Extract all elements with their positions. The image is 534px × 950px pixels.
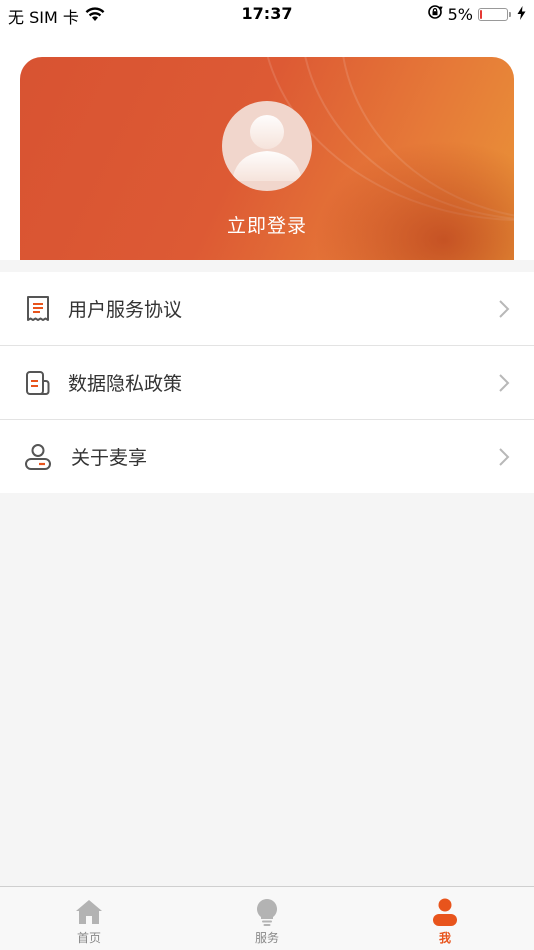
menu-item-label: 关于麦享 [71,447,148,469]
menu-item-label: 数据隐私政策 [68,373,183,395]
avatar[interactable] [222,101,312,191]
menu-item-about[interactable]: 关于麦享 [0,419,534,493]
person-icon [433,898,457,926]
menu-item-privacy-policy[interactable]: 数据隐私政策 [0,345,534,419]
document-list-icon [24,295,52,323]
rotation-lock-icon [427,4,443,24]
lightbulb-icon [257,899,277,926]
menu-item-user-agreement[interactable]: 用户服务协议 [0,272,534,345]
chevron-right-icon [499,447,510,466]
home-icon [76,900,102,924]
tab-label: 我 [438,931,451,945]
tab-label: 服务 [254,931,279,945]
status-right: 5% [427,4,526,24]
battery-percent: 5% [447,4,473,24]
tab-me[interactable]: 我 [356,887,534,950]
chevron-right-icon [499,373,510,392]
tab-bar: 首页 服务 我 [0,886,534,950]
user-card-icon [24,443,52,471]
tab-label: 首页 [76,931,101,945]
settings-menu: 用户服务协议 数据隐私政策 关于麦享 [0,272,534,493]
battery-level [480,9,482,19]
menu-item-label: 用户服务协议 [68,299,183,321]
tab-home[interactable]: 首页 [0,887,178,950]
login-button[interactable]: 立即登录 [20,211,514,238]
tab-services[interactable]: 服务 [178,887,356,950]
privacy-document-icon [24,369,52,397]
charging-bolt-icon [517,5,526,24]
chevron-right-icon [499,299,510,318]
battery-icon [478,7,511,21]
status-bar: 无 SIM 卡 17:37 5% [0,0,534,28]
profile-card[interactable]: 立即登录 [20,57,514,260]
